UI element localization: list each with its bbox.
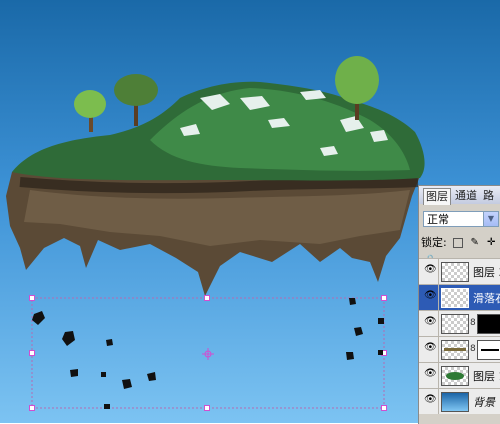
transparency-lock-icon[interactable] — [453, 238, 464, 248]
layer-name: 滑落石 — [473, 292, 500, 305]
layers-panel: 图层 通道 路 正常 ▼ 锁定: ✎ ✛ 🔒 👁 图层 3 👁 滑落石 👁 8 — [418, 185, 500, 424]
layer-name: 背景 — [473, 396, 495, 409]
layer-row-selected[interactable]: 👁 滑落石 — [419, 284, 500, 310]
lock-label: 锁定: — [421, 236, 447, 249]
layer-thumbnail — [441, 366, 469, 386]
visibility-cell: 👁 — [420, 311, 439, 336]
layer-row[interactable]: 👁 图层 3 — [419, 258, 500, 284]
visibility-cell: 👁 — [420, 389, 439, 414]
eye-icon[interactable]: 👁 — [424, 395, 437, 405]
chain-link-icon[interactable]: 8 — [470, 318, 476, 328]
layer-thumbnail — [441, 340, 469, 360]
eye-icon[interactable]: 👁 — [424, 369, 437, 379]
eye-icon[interactable]: 👁 — [424, 265, 437, 275]
visibility-cell: 👁 — [420, 285, 439, 310]
layer-name: 图层 3 — [473, 266, 500, 279]
layer-row-background[interactable]: 👁 背景 — [419, 388, 500, 414]
layer-mask-thumbnail[interactable] — [477, 314, 500, 334]
blend-mode-row: 正常 ▼ — [421, 211, 500, 229]
layer-thumbnail — [441, 288, 469, 308]
eye-icon[interactable]: 👁 — [424, 343, 437, 353]
transform-center-point — [202, 348, 214, 360]
tab-layers[interactable]: 图层 — [423, 188, 451, 205]
blend-mode-value: 正常 — [427, 213, 449, 226]
chevron-down-icon[interactable]: ▼ — [483, 212, 498, 226]
layer-thumbnail — [441, 392, 469, 412]
layer-row[interactable]: 👁 8 — [419, 336, 500, 362]
layer-name: 图层 1 — [473, 370, 500, 383]
layer-thumbnail — [441, 314, 469, 334]
blend-mode-select[interactable]: 正常 ▼ — [423, 211, 499, 227]
visibility-cell: 👁 — [420, 259, 439, 284]
move-lock-icon[interactable]: ✛ — [486, 238, 496, 248]
layer-thumbnail — [441, 262, 469, 282]
visibility-cell: 👁 — [420, 337, 439, 362]
layer-mask-thumbnail[interactable] — [477, 340, 500, 360]
visibility-cell: 👁 — [420, 363, 439, 388]
layer-row[interactable]: 👁 8 — [419, 310, 500, 336]
chain-link-icon[interactable]: 8 — [470, 344, 476, 354]
eye-icon[interactable]: 👁 — [424, 291, 437, 301]
lock-row: 锁定: ✎ ✛ 🔒 — [421, 234, 500, 266]
panel-tabs: 图层 通道 路 — [419, 186, 500, 205]
tab-channels[interactable]: 通道 — [453, 188, 479, 204]
layers-list: 👁 图层 3 👁 滑落石 👁 8 👁 8 👁 图层 1 👁 — [419, 258, 500, 414]
eye-icon[interactable]: 👁 — [424, 317, 437, 327]
layer-row[interactable]: 👁 图层 1 — [419, 362, 500, 388]
tab-paths[interactable]: 路 — [481, 188, 496, 204]
brush-lock-icon[interactable]: ✎ — [470, 238, 480, 248]
